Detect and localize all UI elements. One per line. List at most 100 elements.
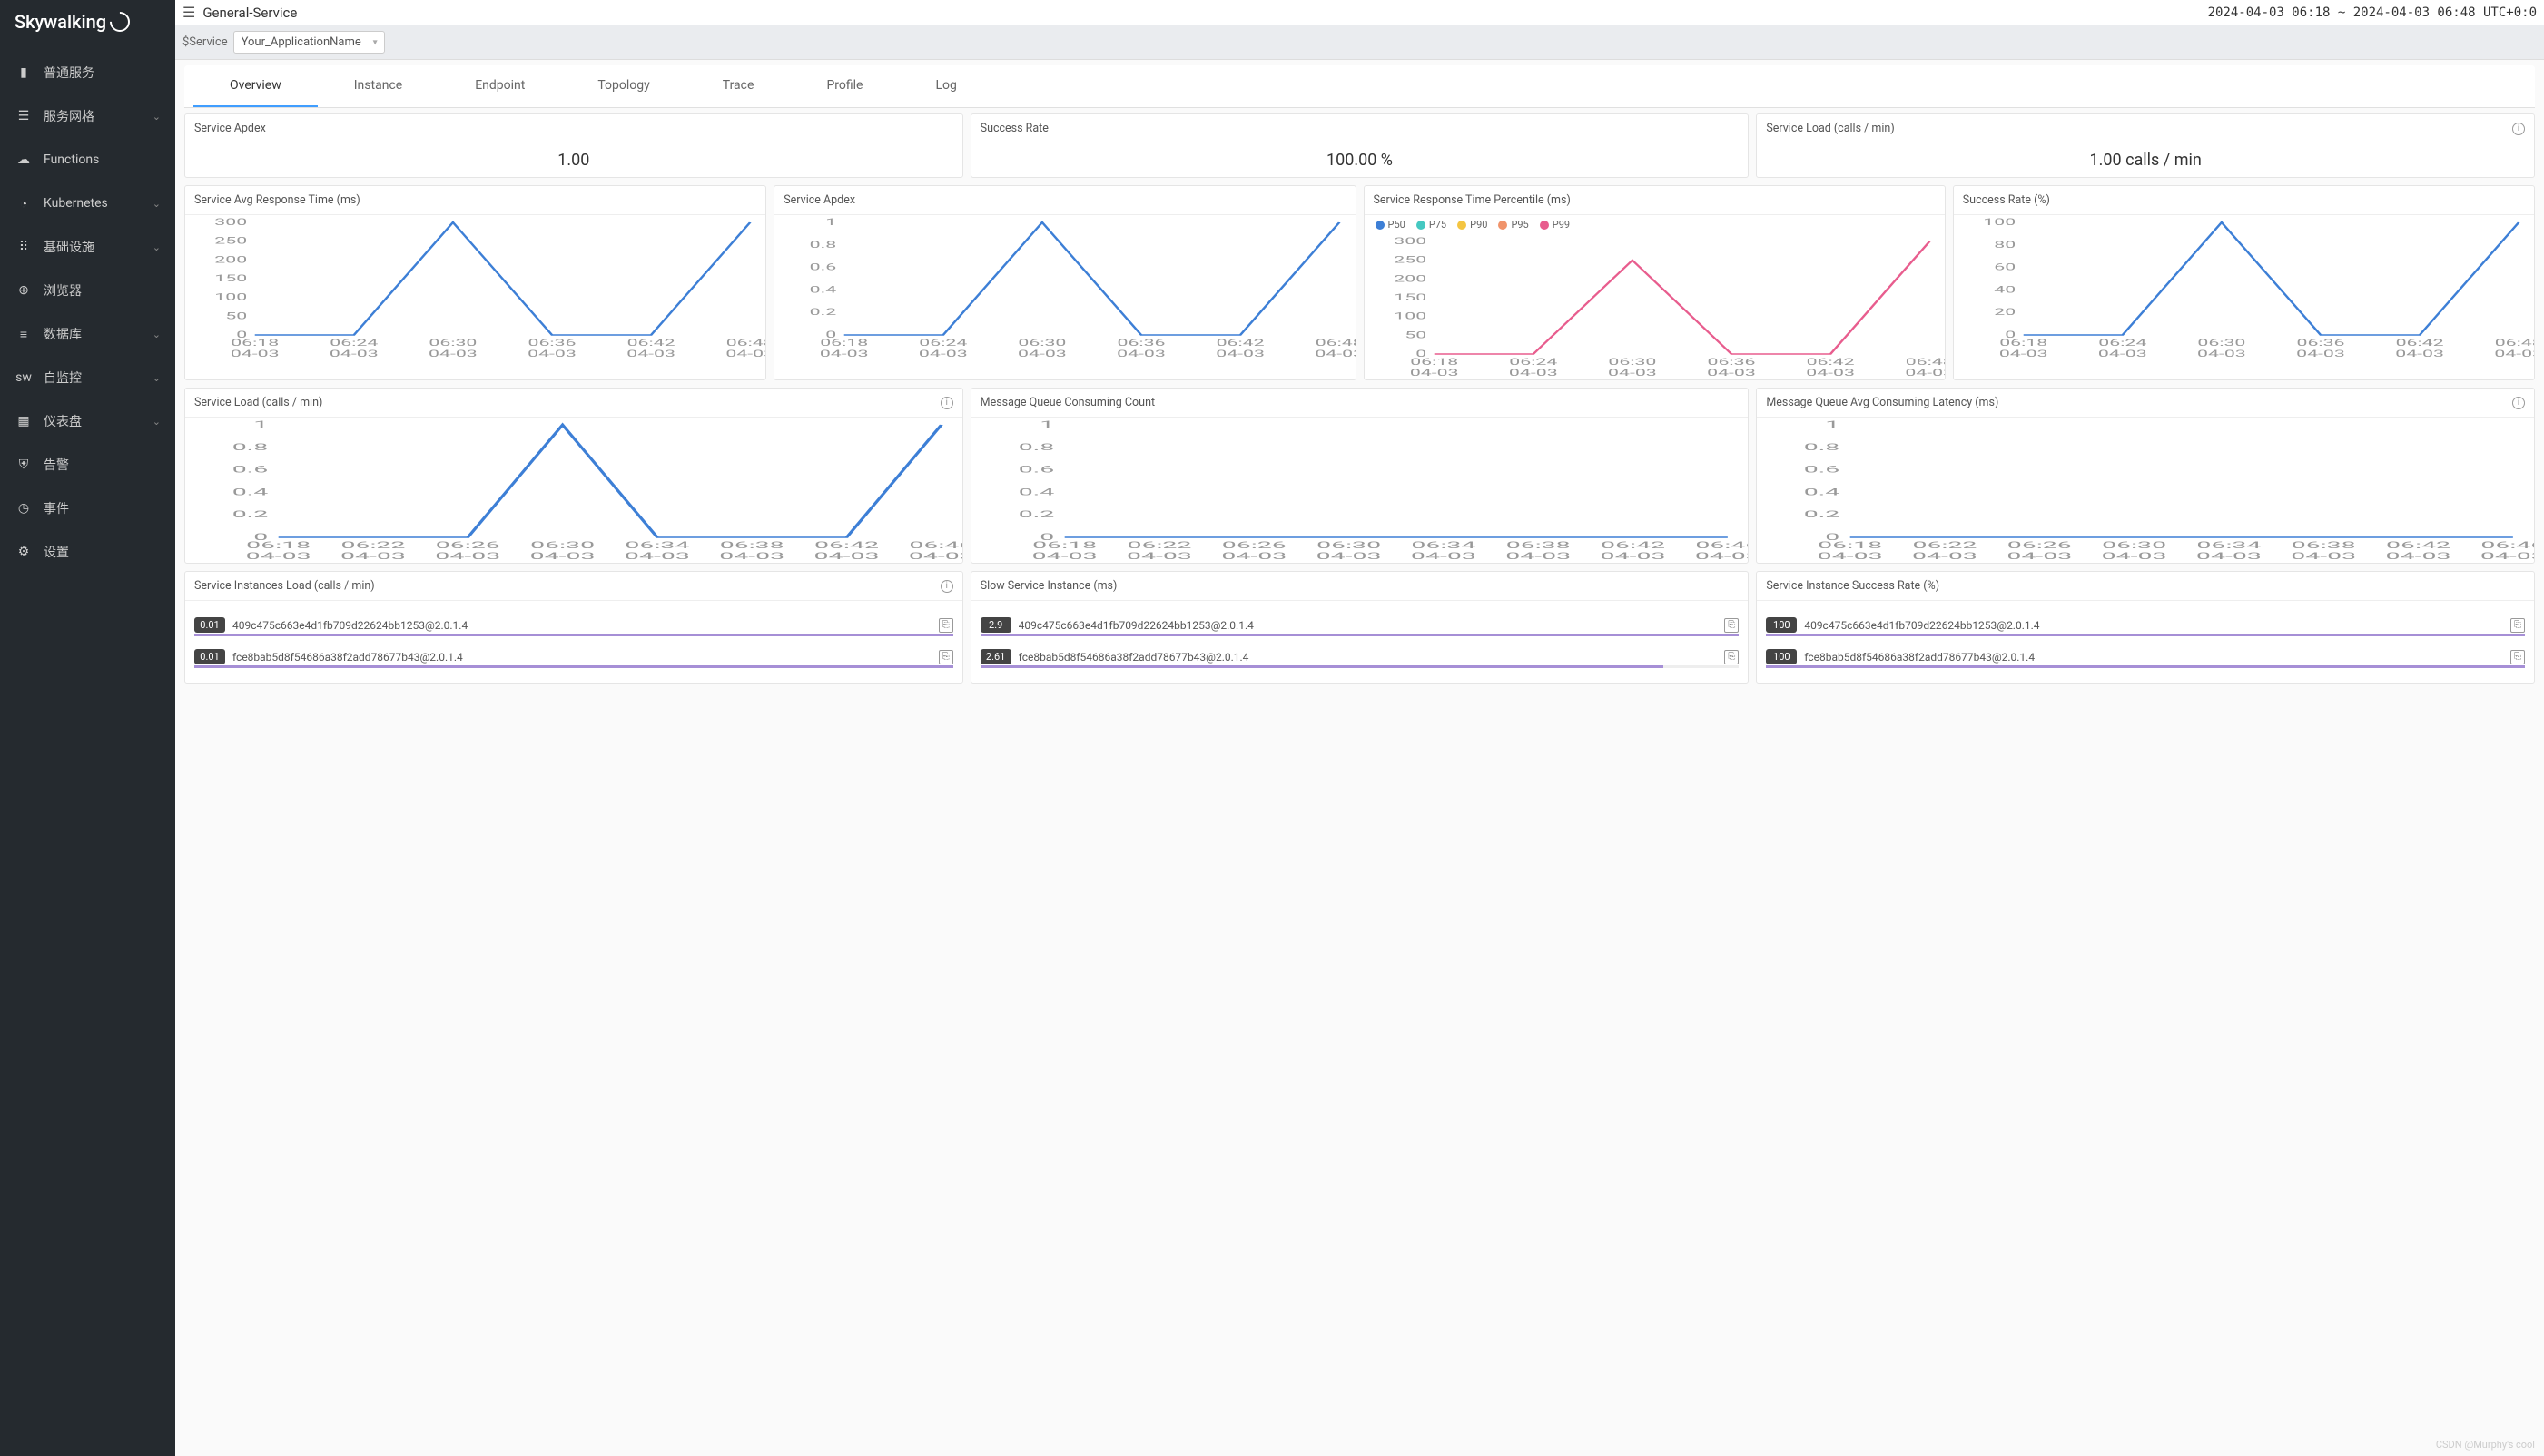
card-title: Service Load (calls / min)i xyxy=(185,389,962,418)
sidebar-item-label: 自监控 xyxy=(44,369,153,387)
svg-text:06:34: 06:34 xyxy=(2197,540,2262,551)
sidebar-item-8[interactable]: ▦仪表盘⌄ xyxy=(0,399,175,443)
svg-text:06:36: 06:36 xyxy=(1118,339,1166,349)
sidebar-item-10[interactable]: ◷ 事件 xyxy=(0,487,175,530)
info-icon[interactable]: i xyxy=(2512,397,2525,409)
svg-text:100: 100 xyxy=(1394,311,1426,321)
sidebar-item-2[interactable]: ☁Functions xyxy=(0,138,175,182)
list-item[interactable]: 0.01409c475c663e4d1fb709d22624bb1253@2.0… xyxy=(185,614,962,636)
svg-text:06:38: 06:38 xyxy=(1505,540,1570,551)
svg-text:100: 100 xyxy=(214,292,247,302)
sidebar-item-6[interactable]: ≡数据库⌄ xyxy=(0,312,175,356)
svg-text:06:38: 06:38 xyxy=(720,540,784,551)
svg-text:06:18: 06:18 xyxy=(246,540,311,551)
svg-text:06:36: 06:36 xyxy=(2296,339,2344,349)
list-card-0: Service Instances Load (calls / min)i 0.0… xyxy=(184,571,963,684)
sidebar-item-label: 事件 xyxy=(44,499,161,517)
svg-text:20: 20 xyxy=(1994,308,2016,318)
legend-item: P50 xyxy=(1376,219,1405,231)
svg-text:300: 300 xyxy=(1394,237,1426,247)
menu-toggle-icon[interactable]: ☰ xyxy=(182,4,195,21)
sw-icon: sw xyxy=(15,369,33,387)
svg-text:06:18: 06:18 xyxy=(1032,540,1097,551)
list-icon: ≡ xyxy=(15,325,33,343)
svg-text:04-03: 04-03 xyxy=(330,349,379,359)
copy-icon[interactable]: ⎘ xyxy=(2510,650,2525,664)
info-icon[interactable]: i xyxy=(941,580,953,593)
info-icon[interactable]: i xyxy=(2512,123,2525,135)
chevron-down-icon: ⌄ xyxy=(153,329,161,340)
topbar: ☰ General-Service 2024-04-03 06:18 ~ 202… xyxy=(175,0,2544,25)
globe-icon: ⊕ xyxy=(15,281,33,300)
pie-icon: ◔ xyxy=(15,194,33,212)
svg-text:04-03: 04-03 xyxy=(435,551,500,562)
svg-text:06:48: 06:48 xyxy=(1316,339,1356,349)
sidebar-item-4[interactable]: ⠿基础设施⌄ xyxy=(0,225,175,269)
svg-text:06:48: 06:48 xyxy=(726,339,766,349)
svg-text:06:26: 06:26 xyxy=(1221,540,1286,551)
tab-log[interactable]: Log xyxy=(899,65,992,107)
copy-icon[interactable]: ⎘ xyxy=(1724,618,1739,633)
svg-text:06:34: 06:34 xyxy=(625,540,689,551)
sidebar-item-7[interactable]: sw 自监控⌄ xyxy=(0,356,175,399)
svg-text:50: 50 xyxy=(1405,330,1426,340)
svg-text:1: 1 xyxy=(1826,419,1840,430)
svg-text:06:34: 06:34 xyxy=(1411,540,1475,551)
service-select[interactable]: Your_ApplicationName xyxy=(233,31,385,54)
list-card-2: Service Instance Success Rate (%)100409c… xyxy=(1756,571,2535,684)
list-item[interactable]: 2.9409c475c663e4d1fb709d22624bb1253@2.0.… xyxy=(971,614,1749,636)
tab-overview[interactable]: Overview xyxy=(193,65,318,107)
svg-text:06:30: 06:30 xyxy=(530,540,595,551)
svg-text:04-03: 04-03 xyxy=(2494,349,2534,359)
svg-text:04-03: 04-03 xyxy=(2007,551,2073,562)
time-range[interactable]: 2024-04-03 06:18 ~ 2024-04-03 06:48 UTC+… xyxy=(2208,5,2537,20)
tab-profile[interactable]: Profile xyxy=(790,65,899,107)
svg-text:06:18: 06:18 xyxy=(1819,540,1883,551)
svg-text:04-03: 04-03 xyxy=(1316,551,1381,562)
copy-icon[interactable]: ⎘ xyxy=(1724,650,1739,664)
svg-text:04-03: 04-03 xyxy=(1707,369,1756,379)
svg-text:06:22: 06:22 xyxy=(340,540,405,551)
svg-text:06:42: 06:42 xyxy=(627,339,675,349)
chart-avg_resp: Service Avg Response Time (ms)0501001502… xyxy=(184,185,766,380)
clock-icon: ◷ xyxy=(15,499,33,517)
tab-endpoint[interactable]: Endpoint xyxy=(439,65,561,107)
value-badge: 0.01 xyxy=(194,617,225,633)
list-item[interactable]: 0.01fce8bab5d8f54686a38f2add78677b43@2.0… xyxy=(185,645,962,668)
summary-card-0: Service Apdex1.00 xyxy=(184,113,963,178)
list-item[interactable]: 100 fce8bab5d8f54686a38f2add78677b43@2.0.… xyxy=(1757,645,2534,668)
chart-load: Service Load (calls / min)i00.20.40.60.8… xyxy=(184,388,963,564)
copy-icon[interactable]: ⎘ xyxy=(939,618,953,633)
card-title: Slow Service Instance (ms) xyxy=(971,572,1749,601)
svg-text:04-03: 04-03 xyxy=(2196,551,2262,562)
list-item[interactable]: 100409c475c663e4d1fb709d22624bb1253@2.0.… xyxy=(1757,614,2534,636)
card-title: Service Response Time Percentile (ms) xyxy=(1365,186,1945,215)
svg-text:04-03: 04-03 xyxy=(1216,349,1265,359)
sidebar-item-5[interactable]: ⊕浏览器 xyxy=(0,269,175,312)
sidebar-item-3[interactable]: ◔Kubernetes⌄ xyxy=(0,182,175,225)
value-badge: 100 xyxy=(1766,649,1797,664)
card-title: Success Rate (%) xyxy=(1954,186,2534,215)
copy-icon[interactable]: ⎘ xyxy=(939,650,953,664)
tab-instance[interactable]: Instance xyxy=(318,65,439,107)
svg-text:04-03: 04-03 xyxy=(814,551,880,562)
sidebar-item-1[interactable]: ☰服务网格⌄ xyxy=(0,94,175,138)
chevron-down-icon: ⌄ xyxy=(153,372,161,384)
svg-text:04-03: 04-03 xyxy=(2296,349,2345,359)
legend-item: P99 xyxy=(1540,219,1570,231)
instance-id: fce8bab5d8f54686a38f2add78677b43@2.0.1.4 xyxy=(1804,651,2503,664)
info-icon[interactable]: i xyxy=(941,397,953,409)
svg-text:200: 200 xyxy=(214,255,247,265)
svg-text:06:30: 06:30 xyxy=(1019,339,1067,349)
sidebar-item-11[interactable]: ⚙设置 xyxy=(0,530,175,574)
list-item[interactable]: 2.61fce8bab5d8f54686a38f2add78677b43@2.0… xyxy=(971,645,1749,668)
chart-body: 02040608010006:1804-0306:2404-0306:3004-… xyxy=(1954,215,2534,360)
sidebar-item-0[interactable]: ▮普通服务 xyxy=(0,51,175,94)
card-title: Service Instances Load (calls / min)i xyxy=(185,572,962,601)
sidebar-item-9[interactable]: ⛨告警 xyxy=(0,443,175,487)
svg-text:04-03: 04-03 xyxy=(2098,349,2147,359)
copy-icon[interactable]: ⎘ xyxy=(2510,618,2525,633)
svg-text:1: 1 xyxy=(825,218,836,228)
tab-topology[interactable]: Topology xyxy=(561,65,685,107)
tab-trace[interactable]: Trace xyxy=(686,65,791,107)
